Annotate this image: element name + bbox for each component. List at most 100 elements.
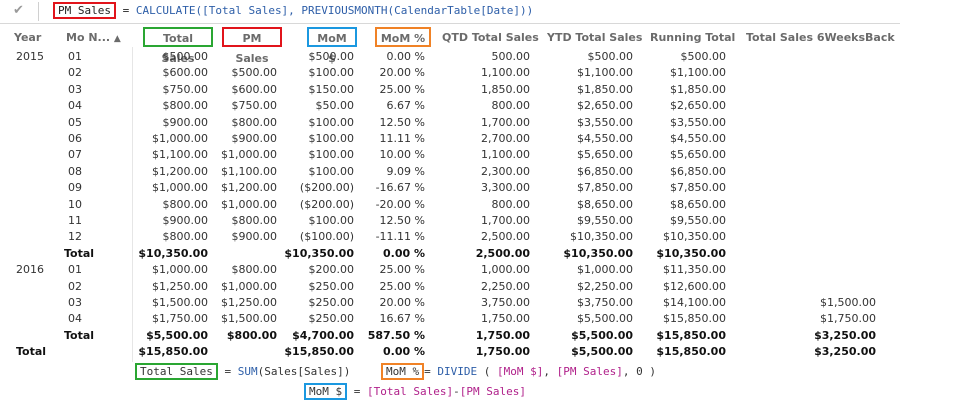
column-header-running-total[interactable]: Running Total (650, 30, 740, 46)
cell-month: 04 (68, 99, 82, 113)
cell-total-sales: $900.00 (162, 214, 209, 227)
cell-mom-pct: 20.00 % (379, 66, 425, 80)
cell-total-sales: $1,500.00 (152, 296, 208, 309)
formula-mom-dollar: MoM $ = [Total Sales]-[PM Sales] (304, 383, 526, 400)
column-header-month[interactable]: Mo N... ▲ (66, 30, 136, 46)
column-header-six-weeks-back[interactable]: Total Sales 6WeeksBack (746, 30, 895, 46)
cell-mom-dollar: $100.00 (308, 214, 355, 227)
cell-total-sales: $800.00 (162, 99, 209, 113)
cell-pm-sales: $900.00 (231, 132, 278, 145)
cell-mom-pct: 11.11 % (379, 132, 425, 145)
measure-name-pm-sales: PM Sales (53, 2, 116, 19)
cell-mom-pct: -20.00 % (375, 197, 425, 211)
cell-mom-dollar: $100.00 (308, 164, 355, 178)
cell-mom-dollar: $50.00 (315, 99, 355, 113)
cell-month: 02 (68, 66, 82, 80)
cell-pm-sales: $900.00 (231, 230, 278, 244)
cell-pm-sales: $1,200.00 (221, 181, 277, 195)
cell-qtd: 1,700.00 (481, 115, 530, 129)
formula-input[interactable]: PM Sales = CALCULATE([Total Sales], PREV… (53, 2, 533, 19)
cell-ytd: $500.00 (587, 50, 634, 63)
column-header-pm-sales[interactable]: PM Sales (222, 27, 282, 65)
table-row: 12 $800.00 $900.00 ($100.00) -11.11 % 2,500.0… (0, 230, 900, 243)
cell-running-total: $1,100.00 (670, 66, 726, 80)
cell-qtd: 2,700.00 (481, 132, 530, 145)
cell-running-total: $500.00 (680, 50, 727, 63)
cell-month: 01 (68, 263, 82, 277)
table-row: 04 $1,750.00 $1,500.00 $250.00 16.67 % 1,750.… (0, 312, 900, 325)
cell-mom-dollar: $100.00 (308, 132, 355, 145)
cell-month: 02 (68, 279, 82, 293)
cell-total-sales: $750.00 (162, 82, 209, 96)
cell-running-total: $11,350.00 (663, 263, 726, 277)
cell-pm-sales: $1,500.00 (221, 312, 277, 326)
cell-month: 06 (68, 132, 82, 145)
column-header-ytd[interactable]: YTD Total Sales (547, 30, 647, 46)
column-header-mom-pct[interactable]: MoM % (375, 27, 431, 47)
cell-mom-pct: 25.00 % (379, 82, 425, 96)
cell-mom-dollar: ($200.00) (299, 181, 354, 195)
cell-month: 09 (68, 181, 82, 195)
cell-total-sales: $15,850.00 (138, 345, 208, 359)
cell-qtd: 2,500.00 (481, 230, 530, 244)
cell-mom-pct: -16.67 % (375, 181, 425, 195)
cell-mom-dollar: $250.00 (308, 279, 355, 293)
column-header-year[interactable]: Year (14, 30, 54, 46)
cell-total-sales: $500.00 (162, 50, 209, 63)
cell-mom-dollar: $200.00 (308, 263, 355, 277)
cell-month: 05 (68, 115, 82, 129)
table-row: 03 $750.00 $600.00 $150.00 25.00 % 1,850.00 $1… (0, 83, 900, 96)
cell-qtd: 1,000.00 (481, 263, 530, 277)
column-header-qtd[interactable]: QTD Total Sales (442, 30, 542, 46)
cell-mom-pct: 0.00 % (383, 345, 425, 359)
cell-mom-dollar: $250.00 (308, 296, 355, 309)
cell-six-weeks-back: $1,750.00 (820, 312, 876, 326)
cell-month: 04 (68, 312, 82, 326)
cell-total-sales: $1,000.00 (152, 181, 208, 195)
cell-month: Total (64, 328, 95, 342)
cell-mom-dollar: ($100.00) (299, 230, 354, 244)
formula-total-sales: Total Sales = SUM(Sales[Sales]) (135, 363, 350, 380)
cell-mom-dollar: $100.00 (308, 66, 355, 80)
cell-mom-pct: 0.00 % (386, 50, 425, 63)
cell-ytd: $9,550.00 (577, 214, 633, 227)
cell-ytd: $2,250.00 (577, 279, 633, 293)
cell-pm-sales: $800.00 (231, 115, 278, 129)
cell-year: 2015 (16, 50, 44, 63)
cell-ytd: $7,850.00 (577, 181, 633, 195)
cell-running-total: $5,650.00 (670, 148, 726, 162)
cell-qtd: 1,100.00 (481, 148, 530, 162)
sort-ascending-icon[interactable]: ▲ (114, 34, 121, 44)
cell-mom-pct: 9.09 % (386, 164, 425, 178)
cell-mom-dollar: $100.00 (308, 115, 355, 129)
cell-running-total: $6,850.00 (670, 164, 726, 178)
cell-qtd: 2,250.00 (481, 279, 530, 293)
cell-pm-sales: $1,100.00 (221, 164, 277, 178)
cell-month: 08 (68, 164, 82, 178)
cell-qtd: 3,300.00 (481, 181, 530, 195)
cell-mom-dollar: $4,700.00 (292, 328, 354, 342)
cell-running-total: $9,550.00 (670, 214, 726, 227)
cell-six-weeks-back: $3,250.00 (814, 328, 876, 342)
cell-pm-sales: $750.00 (231, 99, 278, 113)
table-subtotal-row: Total $10,350.00 $10,350.00 0.00 % 2,500.00 $… (0, 247, 900, 260)
cell-ytd: $10,350.00 (563, 246, 633, 260)
cell-mom-dollar: $150.00 (308, 82, 355, 96)
cell-mom-pct: 25.00 % (379, 263, 425, 277)
cell-ytd: $3,750.00 (577, 296, 633, 309)
cell-month: 10 (68, 197, 82, 211)
column-header-mom-dollar[interactable]: MoM $ (307, 27, 357, 65)
cell-total-sales: $1,000.00 (152, 132, 208, 145)
cell-pm-sales: $800.00 (226, 328, 277, 342)
column-header-total-sales[interactable]: Total Sales (143, 27, 213, 65)
commit-check-icon[interactable]: ✔ (13, 3, 24, 18)
cell-month: Total (64, 246, 95, 260)
cell-month: 11 (68, 214, 82, 227)
cell-total-sales: $1,250.00 (152, 279, 208, 293)
cell-month: 01 (68, 50, 82, 63)
cell-qtd: 2,500.00 (475, 246, 530, 260)
cell-mom-pct: 6.67 % (386, 99, 425, 113)
cell-mom-dollar: ($200.00) (299, 197, 354, 211)
cell-running-total: $10,350.00 (663, 230, 726, 244)
cell-total-sales: $5,500.00 (146, 328, 208, 342)
